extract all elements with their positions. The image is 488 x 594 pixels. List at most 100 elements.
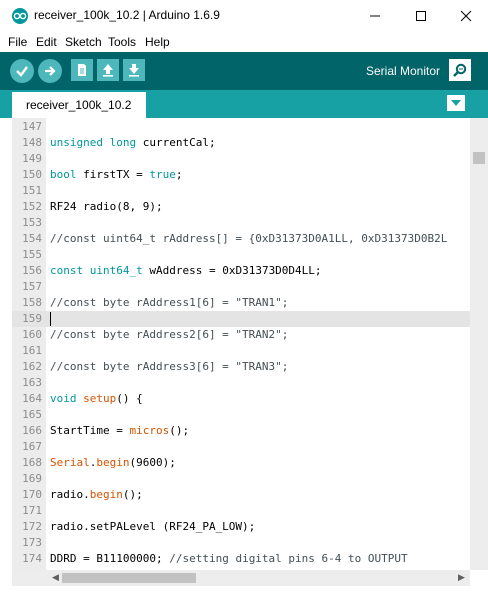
code-line[interactable]: 161 (12, 343, 470, 359)
menu-edit[interactable]: Edit (36, 35, 57, 49)
scroll-left-arrow-icon[interactable]: ◀ (52, 572, 59, 583)
code-text: radio.begin(); (50, 488, 143, 501)
line-number: 171 (22, 504, 42, 517)
code-text: //const byte rAddress1[6] = "TRAN1"; (50, 296, 289, 309)
code-text: unsigned long currentCal; (50, 136, 216, 149)
line-number: 169 (22, 472, 42, 485)
code-line[interactable]: 159 (12, 311, 470, 327)
code-line[interactable]: 158 //const byte rAddress1[6] = "TRAN1"; (12, 295, 470, 311)
scroll-right-arrow-icon[interactable]: ▶ (458, 572, 465, 583)
title-bar: receiver_100k_10.2 | Arduino 1.6.9 (0, 0, 488, 32)
code-lines: 147 148 unsigned long currentCal; 149 150 boo… (12, 118, 470, 570)
code-line[interactable]: 160 //const byte rAddress2[6] = "TRAN2"; (12, 327, 470, 343)
maximize-icon (416, 11, 426, 21)
code-line[interactable]: 147 (12, 119, 470, 135)
code-line[interactable]: 166 StartTime = micros(); (12, 423, 470, 439)
tab-receiver-100k[interactable]: receiver_100k_10.2 (12, 92, 146, 118)
save-button[interactable] (123, 59, 145, 81)
code-line[interactable]: 157 (12, 279, 470, 295)
code-line[interactable]: 173 (12, 535, 470, 551)
code-line[interactable]: 156 const uint64_t wAddress = 0xD31373D0D… (12, 263, 470, 279)
line-number: 159 (22, 312, 42, 325)
open-icon (103, 64, 113, 77)
line-number: 148 (22, 136, 42, 149)
line-number: 153 (22, 216, 42, 229)
code-line[interactable]: 172 radio.setPALevel (RF24_PA_LOW); (12, 519, 470, 535)
horizontal-scrollbar[interactable]: ◀ ▶ (12, 570, 470, 586)
line-number: 160 (22, 328, 42, 341)
new-button[interactable] (71, 59, 93, 81)
code-line[interactable]: 149 (12, 151, 470, 167)
verify-button[interactable] (10, 59, 34, 83)
vertical-scroll-thumb[interactable] (473, 152, 485, 164)
code-line[interactable]: 169 (12, 471, 470, 487)
code-line[interactable]: 162 //const byte rAddress3[6] = "TRAN3"; (12, 359, 470, 375)
code-line[interactable]: 152 RF24 radio(8, 9); (12, 199, 470, 215)
code-text: //const byte rAddress3[6] = "TRAN3"; (50, 360, 289, 373)
upload-button[interactable] (38, 59, 62, 83)
close-icon (460, 10, 472, 22)
code-line[interactable]: 174 DDRD = B11100000; //setting digital p… (12, 551, 470, 567)
vertical-scrollbar[interactable] (470, 118, 488, 570)
horizontal-scroll-thumb[interactable] (62, 573, 196, 583)
line-number: 164 (22, 392, 42, 405)
line-number: 165 (22, 408, 42, 421)
line-number: 170 (22, 488, 42, 501)
code-line[interactable]: 163 (12, 375, 470, 391)
line-number: 152 (22, 200, 42, 213)
code-text: radio.setPALevel (RF24_PA_LOW); (50, 520, 256, 533)
line-number: 162 (22, 360, 42, 373)
code-line[interactable]: 171 (12, 503, 470, 519)
code-line[interactable]: 153 (12, 215, 470, 231)
minimize-icon (370, 15, 380, 17)
menu-bar: File Edit Sketch Tools Help (0, 32, 488, 52)
menu-help[interactable]: Help (145, 35, 170, 49)
tab-bar: receiver_100k_10.2 (0, 90, 488, 118)
code-line[interactable]: 168 Serial.begin(9600); (12, 455, 470, 471)
code-line[interactable]: 170 radio.begin(); (12, 487, 470, 503)
code-text: void setup() { (50, 392, 143, 405)
code-line[interactable]: 164 void setup() { (12, 391, 470, 407)
code-line[interactable]: 150 bool firstTX = true; (12, 167, 470, 183)
code-text: DDRD = B11100000; //setting digital pins… (50, 552, 408, 565)
verify-icon (16, 66, 28, 77)
code-line[interactable]: 151 (12, 183, 470, 199)
line-number: 151 (22, 184, 42, 197)
magnifier-icon (453, 63, 467, 77)
line-number: 155 (22, 248, 42, 261)
save-icon (129, 64, 139, 77)
arduino-logo-icon (12, 8, 28, 24)
code-line[interactable]: 154 //const uint64_t rAddress[] = {0xD313… (12, 231, 470, 247)
minimize-button[interactable] (352, 0, 398, 32)
code-line[interactable]: 155 (12, 247, 470, 263)
chevron-down-icon (451, 100, 461, 106)
code-text: //const uint64_t rAddress[] = {0xD31373D… (50, 232, 448, 245)
line-number: 150 (22, 168, 42, 181)
line-number: 154 (22, 232, 42, 245)
code-text: RF24 radio(8, 9); (50, 200, 163, 213)
menu-tools[interactable]: Tools (108, 35, 136, 49)
close-button[interactable] (443, 0, 488, 32)
code-text: const uint64_t wAddress = 0xD31373D0D4LL… (50, 264, 322, 277)
text-cursor (50, 312, 51, 326)
code-line[interactable]: 165 (12, 407, 470, 423)
line-number: 158 (22, 296, 42, 309)
line-number: 163 (22, 376, 42, 389)
line-number: 156 (22, 264, 42, 277)
line-number: 147 (22, 120, 42, 133)
line-number: 157 (22, 280, 42, 293)
code-line[interactable]: 167 (12, 439, 470, 455)
menu-file[interactable]: File (8, 35, 27, 49)
code-text: bool firstTX = true; (50, 168, 183, 181)
open-button[interactable] (97, 59, 119, 81)
code-line[interactable]: 148 unsigned long currentCal; (12, 135, 470, 151)
upload-icon (45, 66, 56, 76)
serial-monitor-button[interactable] (449, 59, 471, 81)
menu-sketch[interactable]: Sketch (65, 35, 102, 49)
code-text: StartTime = micros(); (50, 424, 190, 437)
serial-monitor-label: Serial Monitor (366, 64, 441, 78)
code-editor[interactable]: 147 148 unsigned long currentCal; 149 150 boo… (12, 118, 470, 570)
tab-menu-button[interactable] (447, 95, 465, 111)
maximize-button[interactable] (398, 0, 444, 32)
line-number: 173 (22, 536, 42, 549)
